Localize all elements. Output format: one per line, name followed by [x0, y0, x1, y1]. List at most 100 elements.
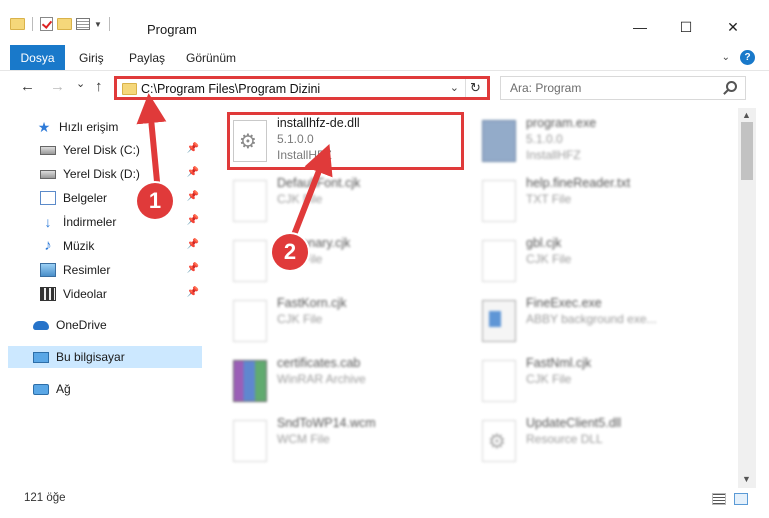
pin-icon[interactable]: 📌: [187, 263, 199, 274]
file-item[interactable]: FastNml.cjk CJK File: [480, 354, 720, 412]
dll-icon: [482, 420, 516, 462]
download-icon: ↓: [44, 214, 52, 230]
sidebar-item-label: Müzik: [63, 239, 95, 253]
sidebar-item-pictures[interactable]: Resimler 📌: [0, 259, 205, 281]
this-pc-icon: [33, 351, 49, 363]
sidebar-item-onedrive[interactable]: OneDrive: [0, 314, 205, 336]
file-company: InstallHFZ: [526, 148, 581, 162]
file-type: Resource DLL: [526, 432, 603, 446]
recent-locations-button[interactable]: ⌄: [76, 77, 85, 90]
star-icon: ★: [37, 119, 51, 135]
vertical-scrollbar[interactable]: ▲ ▼: [738, 108, 756, 488]
file-name: FineExec.exe: [526, 296, 602, 310]
scrollbar-thumb[interactable]: [741, 122, 753, 180]
file-type: CJK File: [526, 252, 572, 266]
sidebar-item-local-disk-c[interactable]: Yerel Disk (C:) 📌: [0, 139, 205, 161]
item-count: 121 öğe: [24, 492, 66, 504]
pin-icon[interactable]: 📌: [187, 239, 199, 250]
file-type: ABBY background exe...: [526, 312, 657, 326]
callout-2-badge: 2: [272, 234, 308, 270]
quick-access-toolbar: ▼: [10, 17, 113, 31]
pin-icon[interactable]: 📌: [187, 191, 199, 202]
properties-check-icon[interactable]: [40, 17, 53, 31]
sidebar-item-label: Resimler: [63, 263, 111, 277]
file-type: CJK File: [277, 312, 323, 326]
large-icons-view-icon[interactable]: [734, 493, 748, 505]
search-icon[interactable]: [726, 81, 737, 92]
status-bar: 121 öğe: [0, 488, 769, 518]
expand-ribbon-icon[interactable]: ⌄: [722, 52, 730, 63]
file-item[interactable]: DefaultFont.cjk CJK File: [231, 174, 471, 232]
forward-button[interactable]: →: [50, 78, 65, 95]
file-name: UpdateClient5.dll: [526, 416, 622, 430]
file-item[interactable]: Dictionary.cjk CJK File: [231, 234, 471, 292]
minimize-button[interactable]: —: [617, 12, 663, 42]
folder-icon[interactable]: [10, 18, 25, 30]
file-item[interactable]: help.fineReader.txt TXT File: [480, 174, 720, 232]
navigation-bar: ← → ⌄ ↑ C:\Program Files\Program Dizini …: [0, 72, 769, 104]
file-name: help.fineReader.txt: [526, 176, 631, 190]
file-item[interactable]: program.exe 5.1.0.0 InstallHFZ: [480, 114, 720, 172]
file-icon: [482, 360, 516, 402]
callout-1-badge: 1: [137, 183, 173, 219]
pin-icon[interactable]: 📌: [187, 287, 199, 298]
file-item[interactable]: FineExec.exe ABBY background exe...: [480, 294, 720, 352]
up-button[interactable]: ↑: [95, 78, 103, 95]
search-input[interactable]: Ara: Program: [510, 81, 581, 95]
customize-toolbar-icon[interactable]: [76, 18, 90, 30]
sidebar-item-videos[interactable]: Videolar 📌: [0, 283, 205, 305]
file-item[interactable]: FastKorn.cjk CJK File: [231, 294, 471, 352]
file-type: CJK File: [277, 192, 323, 206]
refresh-button[interactable]: ↻: [465, 79, 485, 97]
new-folder-icon[interactable]: [57, 18, 72, 30]
file-name: certificates.cab: [277, 356, 361, 370]
drive-icon: [40, 145, 56, 155]
sidebar-item-local-disk-d[interactable]: Yerel Disk (D:) 📌: [0, 163, 205, 185]
file-item[interactable]: SndToWP14.wcm WCM File: [231, 414, 471, 472]
sidebar-item-quick-access[interactable]: ★ Hızlı erişim: [0, 116, 205, 138]
file-list: installhfz-de.dll 5.1.0.0 InstallHFZ pro…: [206, 108, 738, 488]
back-button[interactable]: ←: [20, 78, 35, 95]
sidebar-item-music[interactable]: ♪ Müzik 📌: [0, 235, 205, 257]
file-icon: [233, 180, 267, 222]
tab-file[interactable]: Dosya: [10, 45, 65, 70]
pin-icon[interactable]: 📌: [187, 167, 199, 178]
app-icon: [482, 300, 516, 342]
pin-icon[interactable]: 📌: [187, 143, 199, 154]
file-item[interactable]: certificates.cab WinRAR Archive: [231, 354, 471, 412]
sidebar-item-this-pc[interactable]: Bu bilgisayar: [8, 346, 202, 368]
file-type: TXT File: [526, 192, 572, 206]
address-path[interactable]: C:\Program Files\Program Dizini: [141, 82, 320, 96]
sidebar-item-documents[interactable]: Belgeler 📌: [0, 187, 205, 209]
scroll-down-icon[interactable]: ▼: [742, 474, 751, 484]
scroll-up-icon[interactable]: ▲: [742, 110, 751, 120]
sidebar-item-downloads[interactable]: ↓ İndirmeler 📌: [0, 211, 205, 233]
folder-icon: [122, 83, 137, 95]
sidebar-item-label: Yerel Disk (C:): [63, 143, 140, 157]
pin-icon[interactable]: 📌: [187, 215, 199, 226]
ribbon: Dosya Giriş Paylaş Görünüm ⌄ ?: [0, 45, 769, 71]
tab-view[interactable]: Görünüm: [186, 51, 236, 65]
file-type: CJK File: [526, 372, 572, 386]
chevron-down-icon[interactable]: ▼: [94, 20, 102, 29]
file-highlight-box: [227, 112, 464, 170]
tab-share[interactable]: Paylaş: [129, 51, 165, 65]
maximize-button[interactable]: ☐: [663, 12, 709, 42]
sidebar-item-label: İndirmeler: [63, 215, 117, 229]
file-item[interactable]: UpdateClient5.dll Resource DLL: [480, 414, 720, 472]
file-name: gbl.cjk: [526, 236, 562, 250]
details-view-icon[interactable]: [712, 493, 726, 505]
drive-icon: [40, 169, 56, 179]
file-name: FastNml.cjk: [526, 356, 592, 370]
address-bar[interactable]: C:\Program Files\Program Dizini ⌄ ↻: [114, 76, 490, 100]
address-history-chevron-icon[interactable]: ⌄: [450, 81, 459, 94]
file-type: WCM File: [277, 432, 330, 446]
file-item[interactable]: gbl.cjk CJK File: [480, 234, 720, 292]
sidebar-item-network[interactable]: Ağ: [0, 378, 205, 400]
help-icon[interactable]: ?: [740, 50, 755, 65]
close-button[interactable]: ✕: [710, 12, 756, 42]
tab-home[interactable]: Giriş: [79, 51, 104, 65]
sidebar-item-label: OneDrive: [56, 318, 107, 332]
search-box[interactable]: Ara: Program: [500, 76, 746, 100]
separator: [108, 17, 110, 31]
